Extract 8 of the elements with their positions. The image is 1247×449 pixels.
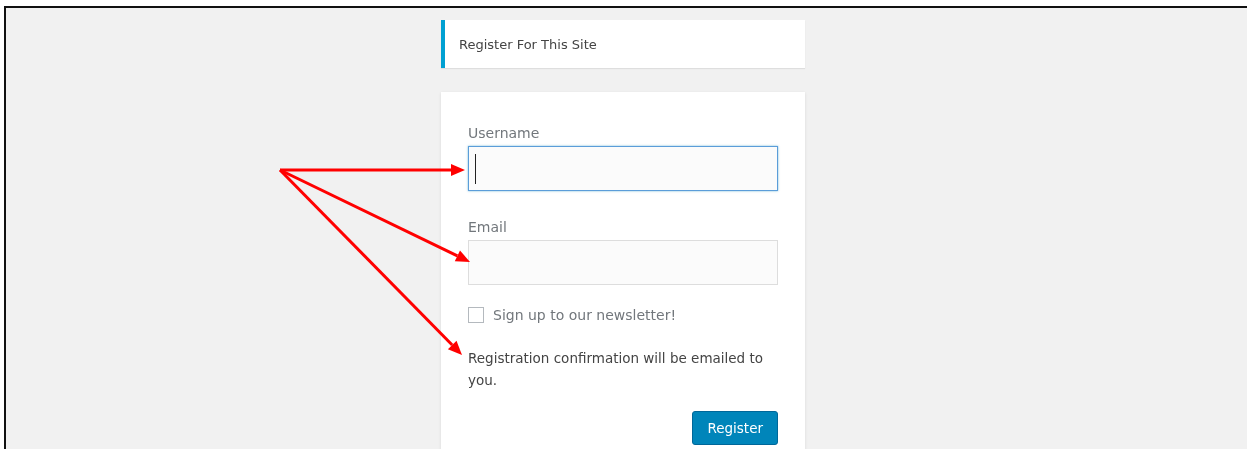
checkbox[interactable] [468, 307, 484, 323]
page-title: Register For This Site [459, 36, 597, 52]
field-label: Email [468, 218, 508, 236]
checkbox-label: Sign up to our newsletter! [493, 307, 677, 323]
register-button[interactable]: Register [692, 411, 778, 445]
text-field[interactable] [468, 146, 778, 191]
field-label: Username [468, 124, 541, 142]
info-message: Registration confirmation will be emailed to you. [468, 349, 765, 390]
